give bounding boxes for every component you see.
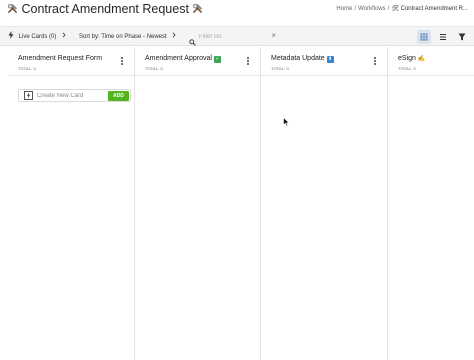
phase-total: TOTAL: 0: [18, 66, 36, 71]
phase-menu-icon[interactable]: [373, 57, 377, 67]
phase-column: Amendment Approval ✓ TOTAL: 0: [135, 47, 261, 360]
phase-total: TOTAL: 0: [398, 66, 416, 71]
hammer-wrench-icon: [192, 2, 203, 16]
phase-title: eSign ✍: [398, 55, 425, 62]
writing-hand-icon: ✍: [417, 56, 426, 62]
list-view-icon: [436, 31, 450, 48]
lightning-icon: [8, 31, 16, 40]
board-view-button[interactable]: [417, 30, 431, 44]
live-cards-label: Live Cards (0): [18, 34, 57, 40]
phase-menu-icon[interactable]: [246, 57, 250, 67]
phase-column-header: Amendment Approval ✓ TOTAL: 0: [135, 47, 260, 76]
filter-button[interactable]: [455, 30, 469, 44]
phase-column-header: Metadata Update ⬆ TOTAL: 0: [261, 47, 387, 76]
up-arrow-button-icon: ⬆: [326, 56, 334, 63]
phase-title-text: eSign: [398, 55, 416, 62]
phase-total: TOTAL: 0: [145, 66, 163, 71]
phase-title: Metadata Update ⬆: [271, 55, 334, 63]
phase-column: eSign ✍ TOTAL: 0: [388, 47, 474, 360]
breadcrumb-workflows[interactable]: Workflows: [358, 6, 386, 12]
chevron-right-icon: [62, 32, 66, 40]
sort-label: Sort by: Time on Phase - Newest: [79, 34, 167, 40]
list-view-button[interactable]: [436, 30, 450, 44]
phase-column: Amendment Request Form TOTAL: 0 ADD: [8, 47, 135, 360]
board-toolbar: Live Cards (0) Sort by: Time on Phase - …: [0, 26, 474, 46]
card-lightning-icon: [24, 91, 33, 100]
phase-title: Amendment Approval ✓: [145, 55, 221, 63]
clear-filter-icon[interactable]: ×: [271, 31, 276, 40]
filter-box: ×: [186, 30, 276, 46]
hammer-wrench-icon: [7, 2, 21, 16]
filter-input[interactable]: [199, 30, 269, 44]
phase-column-header: eSign ✍ TOTAL: 0: [388, 47, 474, 76]
phase-title: Amendment Request Form: [18, 55, 103, 62]
kanban-board: Amendment Request Form TOTAL: 0 ADD Amen…: [0, 47, 474, 360]
live-cards-dropdown[interactable]: Live Cards (0): [8, 27, 66, 47]
create-card-box: ADD: [18, 89, 131, 102]
breadcrumb: Home / Workflows / 🛠 Contract Amendment R...: [336, 5, 468, 12]
add-card-button[interactable]: ADD: [108, 91, 129, 101]
chevron-right-icon: [172, 32, 176, 40]
sort-dropdown[interactable]: Sort by: Time on Phase - Newest: [79, 27, 176, 47]
create-card-input[interactable]: [37, 91, 103, 101]
phase-menu-icon[interactable]: [120, 57, 124, 67]
breadcrumb-separator: /: [354, 6, 357, 12]
grid-view-icon: [417, 31, 431, 48]
breadcrumb-current: 🛠 Contract Amendment R...: [391, 6, 468, 12]
breadcrumb-home[interactable]: Home: [336, 6, 352, 12]
check-mark-button-icon: ✓: [213, 56, 221, 63]
page-title-text: Contract Amendment Request: [21, 2, 189, 16]
phase-title-text: Amendment Approval: [145, 55, 212, 62]
page-header: Contract Amendment Request Home / Workflow…: [0, 0, 474, 20]
page-title: Contract Amendment Request: [7, 2, 203, 16]
phase-total: TOTAL: 0: [271, 66, 289, 71]
breadcrumb-separator: /: [387, 6, 390, 12]
phase-column: Metadata Update ⬆ TOTAL: 0: [261, 47, 388, 360]
phase-column-header: Amendment Request Form TOTAL: 0: [8, 47, 134, 76]
funnel-icon: [455, 31, 469, 48]
phase-title-text: Metadata Update: [271, 55, 325, 62]
